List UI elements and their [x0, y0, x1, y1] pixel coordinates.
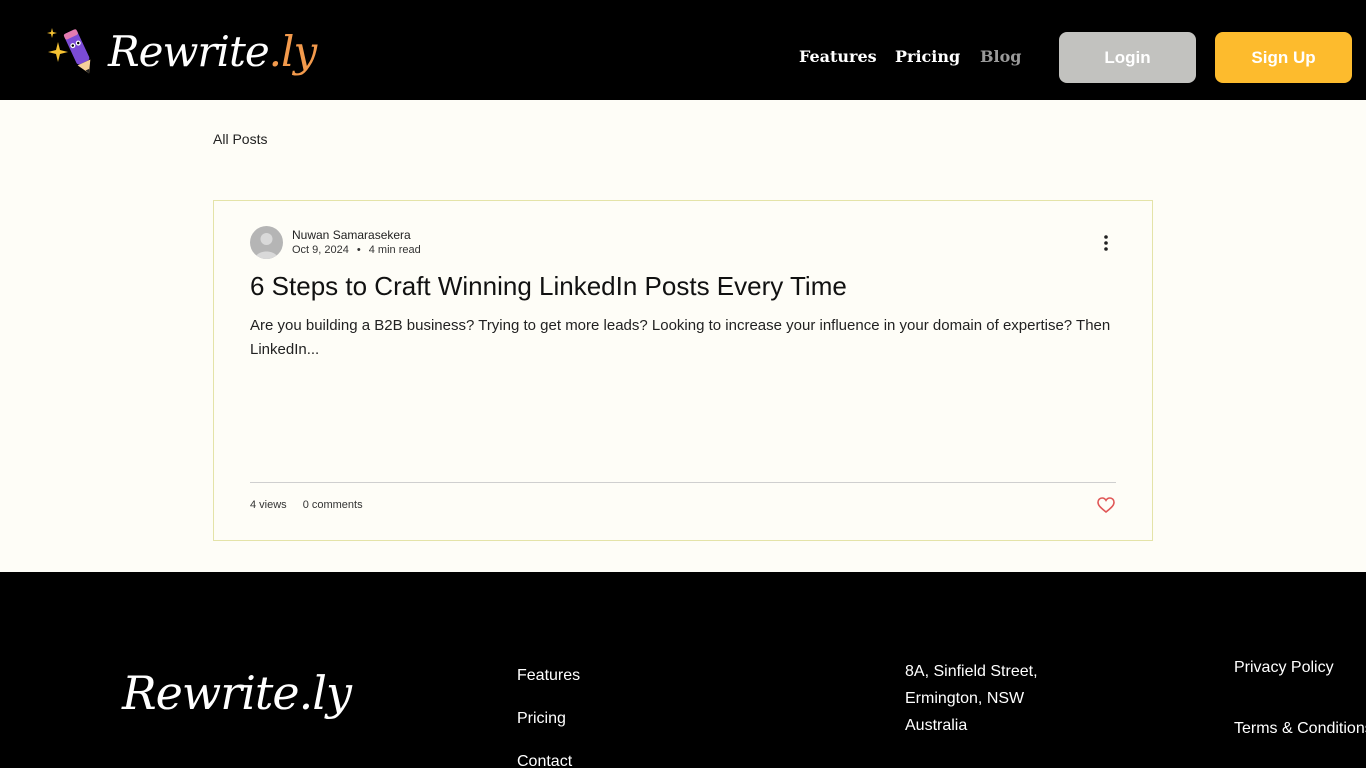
site-footer: Rewrite.ly Features Pricing Contact 8A, …	[0, 572, 1366, 768]
address-line: 8A, Sinfield Street,	[905, 663, 1038, 680]
nav-blog[interactable]: Blog	[980, 47, 1021, 66]
meta-separator: •	[356, 244, 361, 256]
footer-link-contact[interactable]: Contact	[517, 753, 572, 768]
footer-logo[interactable]: Rewrite.ly	[122, 666, 352, 720]
more-options-icon	[1104, 235, 1108, 251]
address-line: Ermington, NSW	[905, 690, 1025, 707]
post-author[interactable]: Nuwan Samarasekera	[292, 228, 411, 242]
post-card[interactable]: Nuwan Samarasekera Oct 9, 2024 • 4 min r…	[213, 200, 1153, 541]
more-options-button[interactable]	[1098, 231, 1114, 255]
site-logo[interactable]: Rewrite.ly	[44, 22, 317, 82]
footer-link-pricing[interactable]: Pricing	[517, 710, 566, 728]
avatar-icon	[255, 233, 278, 259]
nav-features[interactable]: Features	[799, 47, 877, 66]
post-title[interactable]: 6 Steps to Craft Winning LinkedIn Posts …	[250, 271, 847, 302]
footer-link-features[interactable]: Features	[517, 667, 580, 685]
footer-link-terms[interactable]: Terms & Conditions	[1234, 720, 1366, 738]
logo-wordmark: Rewrite.ly	[108, 27, 317, 76]
post-read-time: 4 min read	[368, 244, 421, 256]
signup-button[interactable]: Sign Up	[1215, 32, 1352, 83]
address-line: Australia	[905, 717, 968, 734]
card-divider	[250, 482, 1116, 483]
post-stats: 4 views 0 comments	[250, 499, 363, 511]
post-views: 4 views	[250, 499, 287, 511]
like-button[interactable]	[1097, 497, 1115, 514]
site-header: Rewrite.ly Features Pricing Blog Login S…	[0, 0, 1366, 100]
footer-link-privacy[interactable]: Privacy Policy	[1234, 659, 1334, 677]
footer-address: 8A, Sinfield Street, Ermington, NSW Aust…	[905, 658, 1038, 739]
post-date: Oct 9, 2024	[292, 244, 349, 256]
nav-pricing[interactable]: Pricing	[895, 47, 960, 66]
login-button[interactable]: Login	[1059, 32, 1196, 83]
sparkle-pencil-logo-icon	[47, 28, 91, 74]
author-avatar[interactable]	[250, 226, 283, 259]
post-comments[interactable]: 0 comments	[303, 499, 363, 511]
post-meta: Oct 9, 2024 • 4 min read	[292, 244, 421, 256]
post-excerpt[interactable]: Are you building a B2B business? Trying …	[250, 314, 1120, 362]
all-posts-link[interactable]: All Posts	[213, 131, 267, 147]
heart-icon	[1097, 497, 1115, 514]
